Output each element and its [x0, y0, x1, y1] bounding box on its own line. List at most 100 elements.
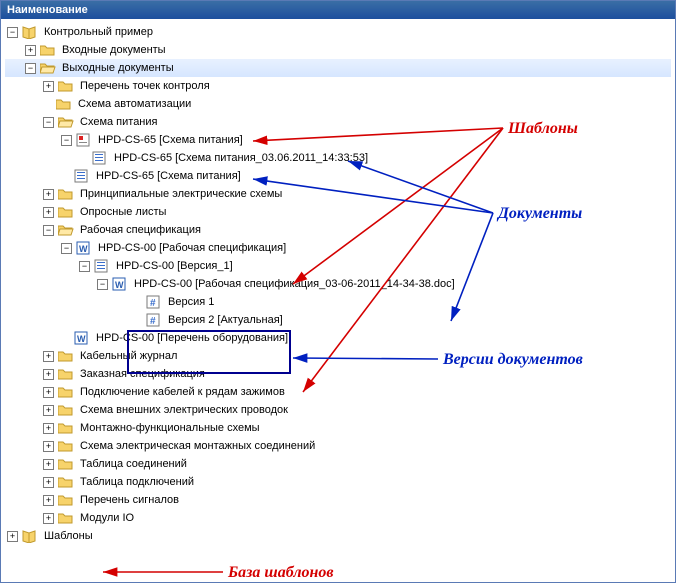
node-label: Шаблоны — [42, 530, 95, 542]
annotation-template-base: База шаблонов — [227, 564, 334, 581]
toggle-plus[interactable]: + — [43, 459, 54, 470]
node-label: HPD-CS-65 [Схема питания] — [96, 134, 245, 146]
tree-node[interactable]: + Схема электрическая монтажных соединени… — [5, 437, 671, 455]
tree-node-output[interactable]: − Выходные документы — [5, 59, 671, 77]
node-label: Контрольный пример — [42, 26, 155, 38]
tree-node[interactable]: Схема автоматизации — [5, 95, 671, 113]
tree-node[interactable]: +Заказная спецификация — [5, 365, 671, 383]
tree-node-doc[interactable]: − HPD-CS-00 [Рабочая спецификация_03-06-2… — [5, 275, 671, 293]
toggle-minus[interactable]: − — [43, 117, 54, 128]
tree-node[interactable]: + Опросные листы — [5, 203, 671, 221]
node-label: Монтажно-функциональные схемы — [78, 422, 262, 434]
folder-open-icon — [58, 223, 74, 237]
node-label: Схема электрическая монтажных соединений — [78, 440, 317, 452]
folder-icon — [58, 403, 74, 417]
toggle-plus[interactable]: + — [43, 189, 54, 200]
folder-icon — [58, 205, 74, 219]
folder-icon — [58, 421, 74, 435]
node-label: Перечень точек контроля — [78, 80, 212, 92]
tree-node[interactable]: +Принципиальные электрические схемы — [5, 185, 671, 203]
toggle-minus[interactable]: − — [7, 27, 18, 38]
node-label: HPD-CS-00 [Рабочая спецификация] — [96, 242, 288, 254]
tree-node[interactable]: + Схема внешних электрических проводок — [5, 401, 671, 419]
book-icon — [22, 25, 38, 39]
toggle-plus[interactable]: + — [43, 81, 54, 92]
tree-node-template[interactable]: HPD-CS-00 [Перечень оборудования] — [5, 329, 671, 347]
tree-node[interactable]: + Таблица соединений — [5, 455, 671, 473]
toggle-plus[interactable]: + — [7, 531, 18, 542]
tree-node[interactable]: + Кабельный журнал — [5, 347, 671, 365]
tree-node-version[interactable]: Версия 2 [Актуальная] — [5, 311, 671, 329]
tree-node-template[interactable]: − HPD-CS-65 [Схема питания] — [5, 131, 671, 149]
node-label: Схема внешних электрических проводок — [78, 404, 290, 416]
tree-node-template[interactable]: − HPD-CS-00 [Рабочая спецификация] — [5, 239, 671, 257]
toggle-minus[interactable]: − — [79, 261, 90, 272]
tree-node-version[interactable]: Версия 1 — [5, 293, 671, 311]
document-icon — [94, 259, 110, 273]
toggle-plus[interactable]: + — [43, 351, 54, 362]
window-title: Наименование — [1, 1, 675, 19]
toggle-plus[interactable]: + — [43, 441, 54, 452]
toggle-plus[interactable]: + — [43, 207, 54, 218]
node-label: Модули IO — [78, 512, 136, 524]
toggle-minus[interactable]: − — [97, 279, 108, 290]
folder-icon — [58, 475, 74, 489]
node-label: Опросные листы — [78, 206, 168, 218]
word-icon — [76, 241, 92, 255]
tree-node[interactable]: −HPD-CS-00 [Версия_1] — [5, 257, 671, 275]
tree-node[interactable]: +Таблица подключений — [5, 473, 671, 491]
tree-node[interactable]: + Монтажно-функциональные схемы — [5, 419, 671, 437]
node-label: Кабельный журнал — [78, 350, 179, 362]
tree-node[interactable]: + Подключение кабелей к рядам зажимов — [5, 383, 671, 401]
hash-icon — [146, 313, 162, 327]
node-label: Выходные документы — [60, 62, 176, 74]
toggle-plus[interactable]: + — [43, 423, 54, 434]
toggle-plus[interactable]: + — [43, 405, 54, 416]
folder-icon — [40, 43, 56, 57]
node-label: Схема автоматизации — [76, 98, 193, 110]
toggle-plus[interactable]: + — [43, 369, 54, 380]
toggle-minus[interactable]: − — [43, 225, 54, 236]
folder-icon — [58, 439, 74, 453]
document-icon — [92, 151, 108, 165]
node-label: Версия 1 — [166, 296, 216, 308]
tree-node-doc[interactable]: HPD-CS-65 [Схема питания] — [5, 167, 671, 185]
toggle-plus[interactable]: + — [25, 45, 36, 56]
tree-node-workspec[interactable]: − Рабочая спецификация — [5, 221, 671, 239]
node-label: Перечень сигналов — [78, 494, 181, 506]
word-icon — [74, 331, 90, 345]
tree-node-input[interactable]: + Входные документы — [5, 41, 671, 59]
tree-node-doc[interactable]: HPD-CS-65 [Схема питания_03.06.2011_14:3… — [5, 149, 671, 167]
toggle-minus[interactable]: − — [61, 135, 72, 146]
toggle-plus[interactable]: + — [43, 477, 54, 488]
folder-icon — [56, 97, 72, 111]
toggle-plus[interactable]: + — [43, 387, 54, 398]
node-label: HPD-CS-00 [Рабочая спецификация_03-06-20… — [132, 278, 457, 290]
book-icon — [22, 529, 38, 543]
folder-icon — [58, 493, 74, 507]
tree-node[interactable]: + Перечень точек контроля — [5, 77, 671, 95]
tree-root[interactable]: − Контрольный пример — [5, 23, 671, 41]
folder-icon — [58, 187, 74, 201]
node-label: Рабочая спецификация — [78, 224, 203, 236]
toggle-minus[interactable]: − — [61, 243, 72, 254]
node-label: HPD-CS-00 [Перечень оборудования] — [94, 332, 290, 344]
document-icon — [74, 169, 90, 183]
tree-node-templates[interactable]: + Шаблоны — [5, 527, 671, 545]
toggle-plus[interactable]: + — [43, 495, 54, 506]
tree-node[interactable]: + Модули IO — [5, 509, 671, 527]
toggle-plus[interactable]: + — [43, 513, 54, 524]
node-label: Схема питания — [78, 116, 159, 128]
folder-icon — [58, 511, 74, 525]
tree-node-power[interactable]: − Схема питания — [5, 113, 671, 131]
folder-icon — [58, 457, 74, 471]
node-label: Подключение кабелей к рядам зажимов — [78, 386, 287, 398]
node-label: Версия 2 [Актуальная] — [166, 314, 285, 326]
toggle-minus[interactable]: − — [25, 63, 36, 74]
word-icon — [112, 277, 128, 291]
folder-icon — [58, 79, 74, 93]
node-label: Таблица соединений — [78, 458, 189, 470]
folder-icon — [58, 349, 74, 363]
node-label: HPD-CS-65 [Схема питания] — [94, 170, 243, 182]
tree-node[interactable]: + Перечень сигналов — [5, 491, 671, 509]
